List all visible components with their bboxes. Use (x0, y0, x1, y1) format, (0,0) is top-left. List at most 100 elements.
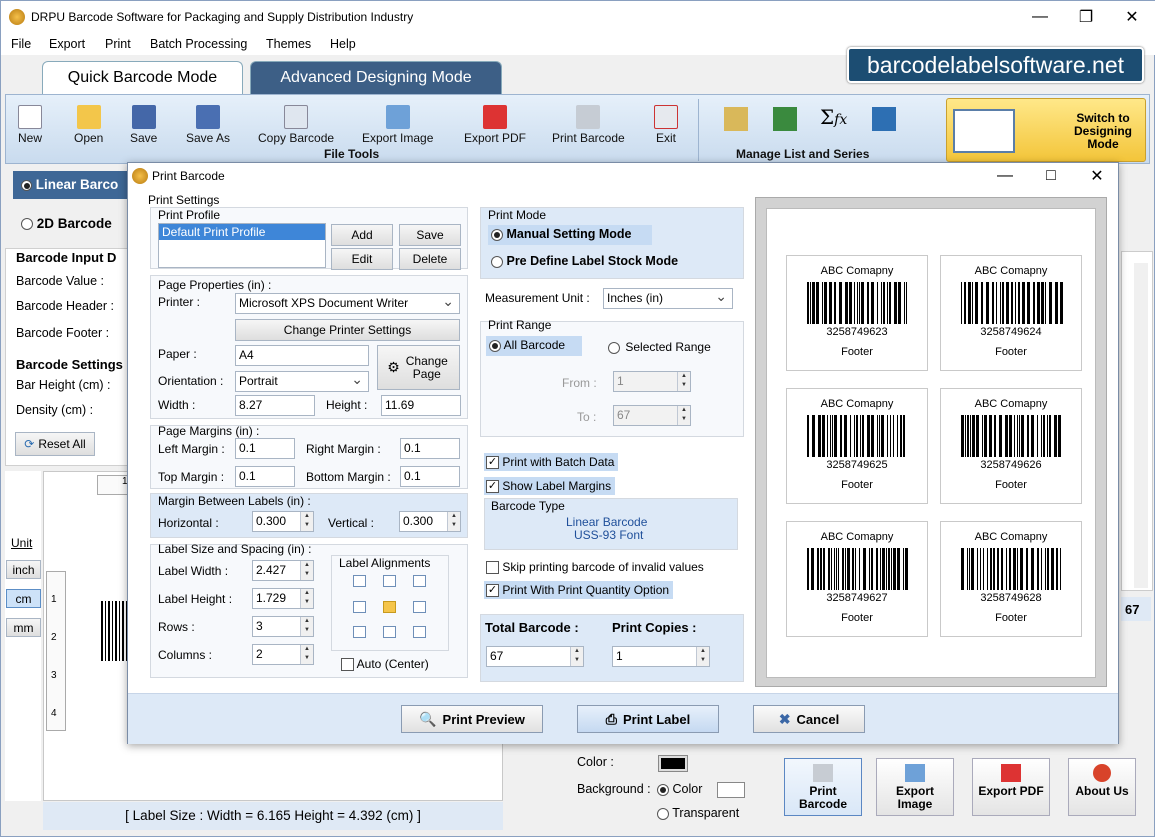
print-barcode-action-button[interactable]: Print Barcode (784, 758, 862, 816)
total-barcode-spinner[interactable]: 67 ▲ ▼ (486, 646, 584, 667)
spinner-arrows[interactable]: ▲ ▼ (300, 645, 313, 664)
vertical-spinner[interactable]: 0.300 ▲ ▼ (399, 511, 461, 532)
profile-list-item[interactable]: Default Print Profile (159, 224, 325, 240)
profile-add-button[interactable]: Add (331, 224, 393, 246)
align-top-right-icon[interactable] (413, 575, 426, 587)
maximize-button[interactable]: ❐ (1063, 1, 1109, 33)
menu-themes[interactable]: Themes (266, 37, 311, 51)
to-spinner[interactable]: 67 ▲ ▼ (613, 405, 691, 426)
print-barcode-toolbar-button[interactable]: Print Barcode (552, 99, 625, 145)
menu-help[interactable]: Help (330, 37, 356, 51)
spinner-arrows[interactable]: ▲ ▼ (300, 512, 313, 531)
width-field[interactable]: 8.27 (235, 395, 315, 416)
save-button[interactable]: Save (130, 99, 157, 145)
spinner-arrows[interactable]: ▲ ▼ (696, 647, 709, 666)
sigma-fx-icon[interactable]: Σfx (820, 105, 847, 129)
align-bottom-left-icon[interactable] (353, 626, 366, 638)
spinner-arrows[interactable]: ▲ ▼ (447, 512, 460, 531)
about-us-button[interactable]: About Us (1068, 758, 1136, 816)
paper-field[interactable]: A4 (235, 345, 369, 366)
left-margin-field[interactable]: 0.1 (235, 438, 295, 459)
change-printer-settings-button[interactable]: Change Printer Settings (235, 319, 460, 341)
open-button[interactable]: Open (74, 99, 103, 145)
columns-spinner[interactable]: 2 ▲ ▼ (252, 644, 314, 665)
orientation-select[interactable]: Portrait (235, 371, 369, 392)
spinner-arrows[interactable]: ▲ ▼ (300, 561, 313, 580)
spinner-arrows[interactable]: ▲ ▼ (300, 589, 313, 608)
skip-invalid-checkbox[interactable]: Skip printing barcode of invalid values (486, 560, 704, 575)
align-bottom-center-icon[interactable] (383, 626, 396, 638)
spinner-arrows[interactable]: ▲ ▼ (677, 406, 690, 425)
align-top-center-icon[interactable] (383, 575, 396, 587)
menu-print[interactable]: Print (105, 37, 131, 51)
swap-arrows-icon[interactable] (872, 107, 896, 131)
unit-inch-button[interactable]: inch (6, 560, 41, 579)
linear-barcode-option[interactable]: Linear Barco (13, 171, 131, 199)
label-width-spinner[interactable]: 2.427 ▲ ▼ (252, 560, 314, 581)
horizontal-spinner[interactable]: 0.300 ▲ ▼ (252, 511, 314, 532)
align-middle-left-icon[interactable] (353, 601, 366, 613)
auto-center-checkbox[interactable]: Auto (Center) (341, 657, 429, 672)
right-margin-field[interactable]: 0.1 (400, 438, 460, 459)
print-copies-spinner[interactable]: 1 ▲ ▼ (612, 646, 710, 667)
menu-batch-processing[interactable]: Batch Processing (150, 37, 247, 51)
export-image-action-button[interactable]: Export Image (876, 758, 954, 816)
height-field[interactable]: 11.69 (381, 395, 461, 416)
bg-color-swatch[interactable] (717, 782, 745, 798)
unit-cm-button[interactable]: cm (6, 589, 41, 608)
color-swatch[interactable] (658, 755, 688, 772)
profile-edit-button[interactable]: Edit (331, 248, 393, 270)
spinner-arrows[interactable]: ▲ ▼ (570, 647, 583, 666)
tab-quick-barcode-mode[interactable]: Quick Barcode Mode (42, 61, 243, 94)
spinner-arrows[interactable]: ▲ ▼ (677, 372, 690, 391)
unit-mm-button[interactable]: mm (6, 618, 41, 637)
align-top-left-icon[interactable] (353, 575, 366, 587)
right-scrollbar[interactable] (1134, 263, 1148, 588)
dialog-minimize-button[interactable]: — (982, 160, 1028, 192)
dialog-close-button[interactable]: ✕ (1074, 160, 1120, 192)
tab-advanced-designing-mode[interactable]: Advanced Designing Mode (250, 61, 502, 94)
print-preview-button[interactable]: 🔍 Print Preview (401, 705, 543, 733)
all-barcode-option[interactable]: All Barcode (486, 336, 582, 356)
printer-select[interactable]: Microsoft XPS Document Writer (235, 293, 460, 314)
edit-list-icon[interactable] (724, 107, 748, 131)
export-image-button[interactable]: Export Image (362, 99, 433, 145)
exit-button[interactable]: Exit (654, 99, 678, 145)
align-middle-right-icon[interactable] (413, 601, 426, 613)
new-button[interactable]: New (18, 99, 42, 145)
bottom-margin-field[interactable]: 0.1 (400, 466, 460, 487)
save-as-button[interactable]: Save As (186, 99, 230, 145)
print-batch-checkbox[interactable]: ✓ Print with Batch Data (484, 453, 619, 471)
minimize-button[interactable]: — (1017, 1, 1063, 33)
print-quantity-checkbox[interactable]: ✓ Print With Print Quantity Option (484, 581, 674, 599)
dialog-maximize-button[interactable]: □ (1028, 160, 1074, 192)
bg-color-option[interactable]: Color (657, 782, 702, 796)
close-button[interactable]: ✕ (1109, 1, 1155, 33)
reset-all-button[interactable]: ⟳ Reset All (15, 432, 95, 456)
show-label-margins-checkbox[interactable]: ✓ Show Label Margins (484, 477, 616, 495)
label-height-spinner[interactable]: 1.729 ▲ ▼ (252, 588, 314, 609)
2d-barcode-option[interactable]: 2D Barcode (21, 216, 112, 231)
menu-file[interactable]: File (11, 37, 31, 51)
measurement-unit-select[interactable]: Inches (in) (603, 288, 733, 309)
spinner-arrows[interactable]: ▲ ▼ (300, 617, 313, 636)
print-label-button[interactable]: ⎙ Print Label (577, 705, 719, 733)
cancel-button[interactable]: ✖ Cancel (753, 705, 865, 733)
copy-barcode-button[interactable]: Copy Barcode (258, 99, 334, 145)
menu-export[interactable]: Export (49, 37, 85, 51)
profile-list[interactable]: Default Print Profile (158, 223, 326, 268)
manual-setting-mode-option[interactable]: Manual Setting Mode (488, 225, 652, 245)
export-pdf-action-button[interactable]: Export PDF (972, 758, 1050, 816)
align-bottom-right-icon[interactable] (413, 626, 426, 638)
bg-transparent-option[interactable]: Transparent (657, 806, 739, 820)
selected-range-option[interactable]: Selected Range (608, 340, 711, 354)
export-pdf-button[interactable]: Export PDF (464, 99, 526, 145)
top-margin-field[interactable]: 0.1 (235, 466, 295, 487)
switch-designing-mode-button[interactable]: Switch to Designing Mode (946, 98, 1146, 162)
brand-banner[interactable]: barcodelabelsoftware.net (847, 47, 1144, 83)
change-page-button[interactable]: ⚙ Change Page (377, 345, 460, 390)
from-spinner[interactable]: 1 ▲ ▼ (613, 371, 691, 392)
excel-icon[interactable] (773, 107, 797, 131)
profile-delete-button[interactable]: Delete (399, 248, 461, 270)
profile-save-button[interactable]: Save (399, 224, 461, 246)
